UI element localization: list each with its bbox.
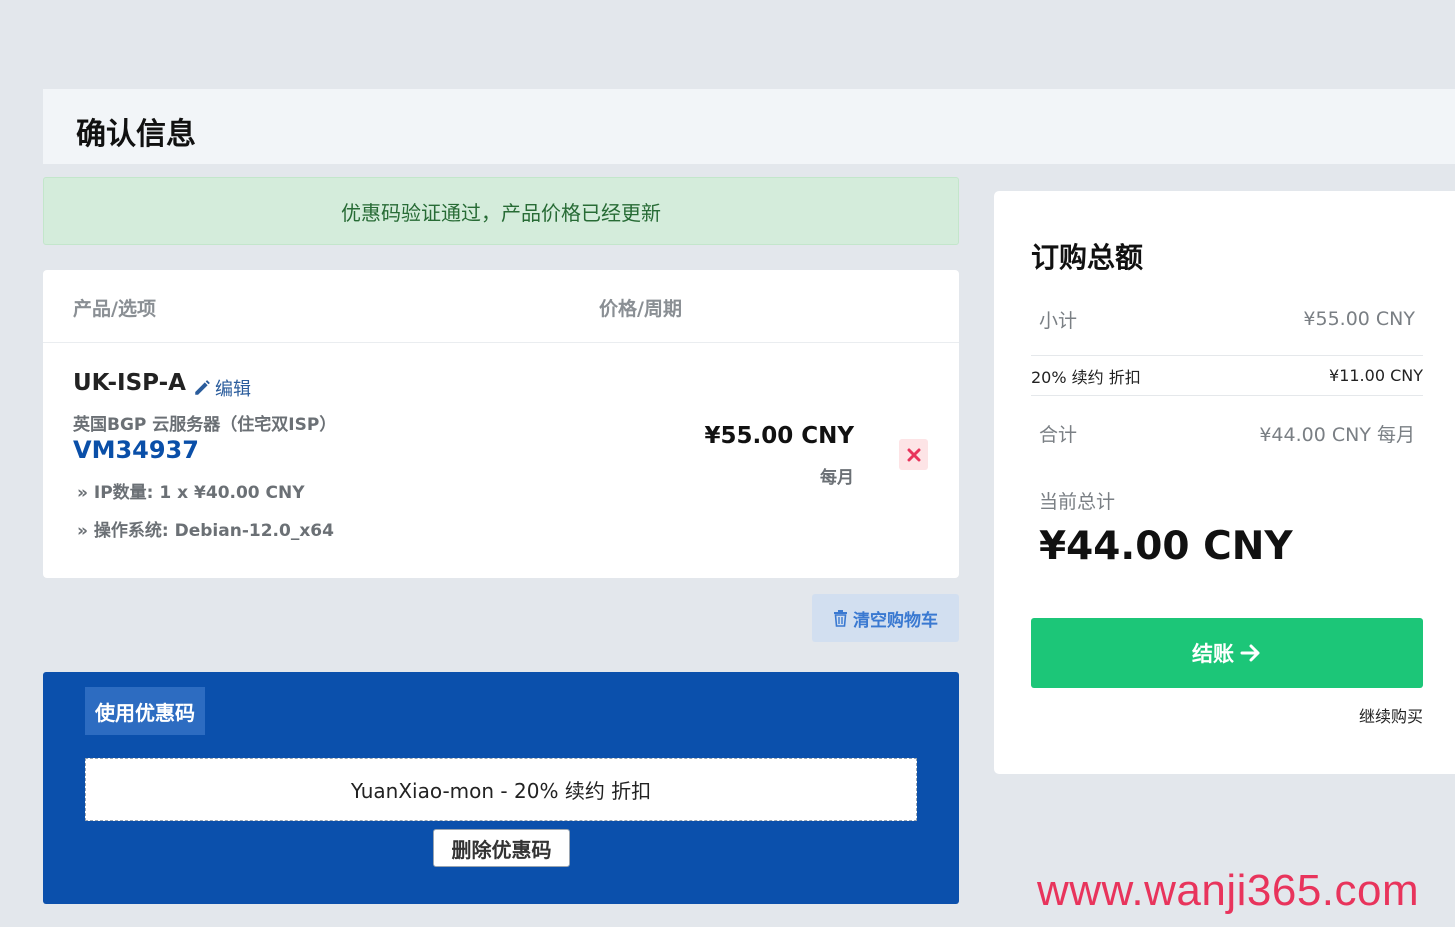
page-title: 确认信息	[76, 117, 196, 152]
total-value: ¥44.00 CNY 每月	[1259, 423, 1415, 446]
arrow-right-icon	[1240, 644, 1260, 662]
remove-item-button[interactable]	[899, 439, 928, 470]
empty-cart-label: 清空购物车	[853, 610, 938, 631]
edit-product-link[interactable]: 编辑	[193, 375, 251, 401]
checkout-label: 结账	[1192, 642, 1234, 666]
total-label: 合计	[1039, 423, 1078, 446]
product-option-ip: » IP数量: 1 x ¥40.00 CNY	[77, 483, 305, 503]
remove-promo-button[interactable]: 删除优惠码	[433, 829, 570, 867]
subtotal-row: 小计 ¥55.00 CNY	[1031, 299, 1423, 339]
edit-label: 编辑	[215, 379, 251, 400]
pencil-icon	[195, 380, 210, 395]
subtotal-value: ¥55.00 CNY	[1303, 308, 1415, 330]
order-summary: 订购总额 小计 ¥55.00 CNY 20% 续约 折扣 ¥11.00 CNY …	[994, 191, 1455, 774]
column-header-product: 产品/选项	[73, 298, 156, 320]
cart-header: 产品/选项 价格/周期	[43, 270, 959, 343]
product-hostname: VM34937	[73, 436, 199, 464]
subtotal-label: 小计	[1039, 309, 1078, 332]
item-cycle: 每月	[820, 468, 854, 488]
promo-code-panel: 使用优惠码 YuanXiao-mon - 20% 续约 折扣 删除优惠码	[43, 672, 959, 904]
close-icon	[907, 448, 920, 461]
discount-label: 20% 续约 折扣	[1031, 367, 1141, 387]
empty-cart-button[interactable]: 清空购物车	[812, 594, 959, 642]
product-group: 英国BGP 云服务器（住宅双ISP）	[73, 415, 337, 435]
product-name: UK-ISP-A	[73, 370, 186, 396]
discount-row: 20% 续约 折扣 ¥11.00 CNY	[1031, 355, 1423, 396]
today-total-amount: ¥44.00 CNY	[1039, 524, 1293, 569]
column-header-price: 价格/周期	[599, 298, 682, 320]
trash-icon	[834, 609, 847, 627]
product-option-os: » 操作系统: Debian-12.0_x64	[77, 521, 334, 541]
total-row: 合计 ¥44.00 CNY 每月	[1031, 413, 1423, 453]
cart-table: 产品/选项 价格/周期 UK-ISP-A 编辑 英国BGP 云服务器（住宅双IS…	[43, 270, 959, 578]
checkout-button[interactable]: 结账	[1031, 618, 1423, 688]
success-alert: 优惠码验证通过，产品价格已经更新	[43, 177, 959, 245]
today-total-label: 当前总计	[1039, 491, 1116, 513]
discount-value: ¥11.00 CNY	[1329, 366, 1423, 385]
alert-message: 优惠码验证通过，产品价格已经更新	[341, 200, 661, 225]
summary-title: 订购总额	[1031, 241, 1144, 274]
continue-shopping-link[interactable]: 继续购买	[1359, 703, 1423, 727]
promo-code-field[interactable]: YuanXiao-mon - 20% 续约 折扣	[85, 758, 917, 821]
page-header: 确认信息	[43, 89, 1455, 164]
promo-title: 使用优惠码	[85, 687, 205, 735]
item-price: ¥55.00 CNY	[704, 423, 854, 449]
watermark: www.wanji365.com	[1037, 866, 1420, 915]
